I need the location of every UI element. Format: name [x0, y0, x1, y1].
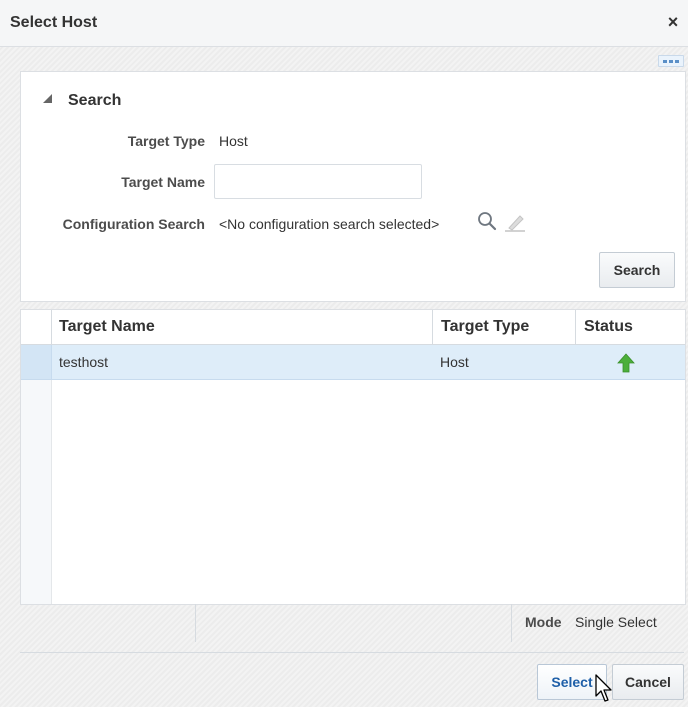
column-header-status[interactable]: Status	[575, 310, 685, 344]
target-type-value: Host	[219, 133, 248, 149]
target-name-input[interactable]	[214, 164, 422, 199]
mode-value: Single Select	[575, 614, 657, 630]
target-name-label: Target Name	[121, 174, 205, 190]
results-table: Target Name Target Type Status testhost …	[20, 309, 686, 605]
cell-target-type: Host	[440, 354, 469, 370]
search-header: Search	[68, 92, 122, 109]
divider	[195, 604, 196, 642]
collapse-triangle-icon[interactable]	[43, 94, 52, 103]
cell-target-name: testhost	[59, 354, 109, 370]
search-panel: Search Target Type Host Target Name Conf…	[20, 71, 686, 302]
table-status-bar: Mode Single Select	[20, 604, 684, 642]
row-selector[interactable]	[21, 345, 52, 379]
search-icon[interactable]	[477, 211, 497, 231]
search-button[interactable]: Search	[599, 252, 675, 288]
divider	[511, 604, 512, 642]
status-up-icon	[617, 353, 635, 373]
dialog-titlebar: Select Host ×	[0, 0, 688, 47]
target-type-label: Target Type	[127, 133, 205, 149]
select-host-dialog: Select Host × Search Target Type Host Ta…	[0, 0, 688, 707]
config-search-value: <No configuration search selected>	[219, 216, 440, 232]
dialog-title: Select Host	[10, 14, 98, 31]
column-header-target-name[interactable]: Target Name	[51, 310, 432, 344]
select-button[interactable]: Select	[537, 664, 607, 700]
cancel-button[interactable]: Cancel	[612, 664, 684, 700]
row-selector-column	[21, 380, 52, 604]
clear-icon[interactable]	[503, 212, 527, 232]
column-header-target-type[interactable]: Target Type	[432, 310, 575, 344]
close-icon[interactable]: ×	[664, 12, 682, 32]
table-header: Target Name Target Type Status	[21, 310, 685, 345]
row-selector-header	[21, 310, 52, 344]
config-search-label: Configuration Search	[62, 216, 205, 232]
dialog-divider	[20, 652, 684, 653]
overflow-menu-icon[interactable]	[658, 55, 684, 67]
table-row[interactable]: testhost Host	[21, 345, 685, 380]
mode-label: Mode	[525, 614, 562, 630]
